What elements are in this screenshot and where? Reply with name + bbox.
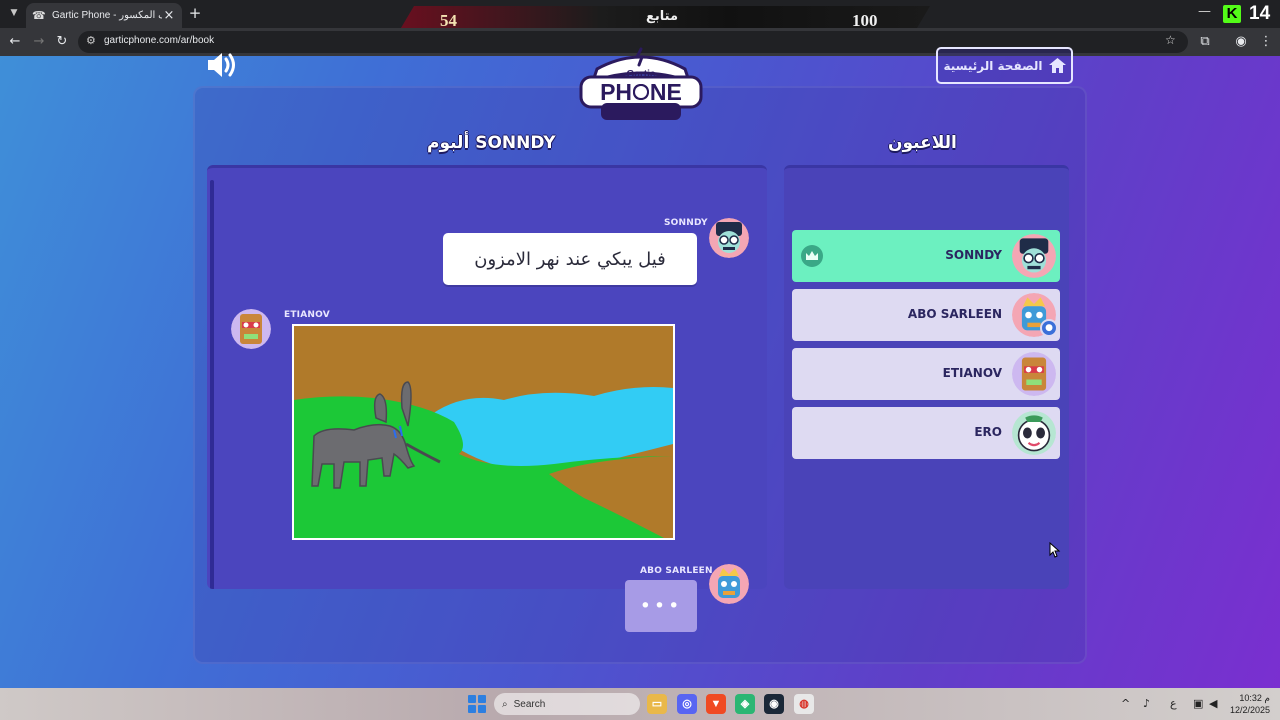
host-user-icon: ● [1040, 319, 1058, 337]
browser-tab[interactable]: ☎ Gartic Phone - الهاتف المكسور × [26, 3, 182, 28]
input-language[interactable]: ع [1170, 697, 1177, 710]
chrome-icon[interactable]: ◍ [794, 694, 814, 714]
abo-sarleen-avatar [709, 564, 749, 604]
player-name: SONNDY [945, 248, 1002, 262]
home-button-label: الصفحة الرئيسية [943, 58, 1043, 73]
kick-count: 14 [1249, 3, 1271, 24]
album-title: ألبوم SONNDY [427, 133, 556, 153]
clock-date: 12/2/2025 [1229, 705, 1270, 715]
player-row[interactable]: SONNDY [792, 230, 1060, 282]
network-icon[interactable]: ▣ [1193, 697, 1203, 710]
browser-tab-bar: ▼ ☎ Gartic Phone - الهاتف المكسور × + 54… [0, 0, 1280, 28]
reload-icon[interactable]: ↻ [54, 34, 70, 50]
bookmark-star-icon[interactable]: ☆ [1165, 33, 1176, 47]
search-placeholder: Search [513, 698, 546, 710]
new-tab-plus-icon[interactable]: + [187, 5, 203, 21]
tray-chevron-icon[interactable]: ^ [1121, 697, 1130, 710]
site-info-icon[interactable]: ⚙ [86, 34, 96, 47]
player-row[interactable]: ABO SARLEEN ● [792, 289, 1060, 341]
album-text-bubble: فيل يبكي عند نهر الامزون [443, 233, 697, 285]
minimize-icon[interactable]: — [1198, 4, 1211, 19]
home-icon [1048, 58, 1066, 73]
app-icon[interactable]: ◈ [735, 694, 755, 714]
player-name: ABO SARLEEN [907, 307, 1002, 321]
sonndy-avatar [709, 218, 749, 258]
volume-icon[interactable]: ◀ [1209, 697, 1217, 710]
steam-icon[interactable]: ◉ [764, 694, 784, 714]
brave-browser-icon[interactable]: ▼ [706, 694, 726, 714]
entry-author: ABO SARLEEN [640, 566, 713, 576]
menu-dots-icon[interactable]: ⋮ [1258, 34, 1274, 50]
sound-speaker-icon[interactable] [206, 51, 238, 79]
kick-logo-icon: K [1223, 5, 1241, 23]
search-icon: ⌕ [502, 698, 508, 710]
entry-author: ETIANOV [284, 310, 330, 320]
album-scrollbar[interactable] [210, 180, 214, 589]
tab-title: Gartic Phone - الهاتف المكسور [52, 10, 162, 21]
player-row[interactable]: ETIANOV [792, 348, 1060, 400]
crown-icon [801, 245, 823, 267]
player-row[interactable]: ERO [792, 407, 1060, 459]
album-drawing [292, 324, 675, 540]
entry-author: SONNDY [664, 218, 708, 228]
file-explorer-icon[interactable]: ▭ [647, 694, 667, 714]
clock-time: 10:32 م [1239, 693, 1270, 703]
taskbar-search[interactable]: ⌕ Search [494, 693, 640, 715]
tab-list-chevron-icon[interactable]: ▼ [6, 5, 22, 21]
phone-favicon-icon: ☎ [32, 9, 46, 22]
gartic-phone-logo: Gartic PHONE [579, 47, 703, 120]
sonndy-avatar [1012, 234, 1056, 278]
extensions-icon[interactable]: ⧉ [1197, 34, 1213, 50]
url-text: garticphone.com/ar/book [104, 35, 215, 46]
microphone-icon[interactable]: ♪ [1143, 697, 1150, 710]
windows-start-icon[interactable] [468, 695, 486, 713]
profile-icon[interactable]: ◉ [1233, 34, 1249, 50]
home-button[interactable]: الصفحة الرئيسية [936, 47, 1073, 84]
player-name: ERO [974, 425, 1002, 439]
players-title: اللاعبون [888, 133, 957, 153]
player-name: ETIANOV [942, 366, 1002, 380]
tab-close-icon[interactable]: × [162, 8, 176, 23]
back-arrow-icon[interactable]: ← [7, 34, 23, 50]
etianov-avatar [231, 309, 271, 349]
discord-icon[interactable]: ◎ [677, 694, 697, 714]
elephant-drawing [294, 326, 673, 538]
typing-indicator: ••• [625, 580, 697, 632]
ero-avatar [1012, 411, 1056, 455]
forward-arrow-icon[interactable]: → [31, 34, 47, 50]
mouse-cursor-icon [1049, 542, 1061, 558]
taskbar-clock[interactable]: 10:32 م 12/2/2025 [1226, 692, 1270, 716]
etianov-avatar [1012, 352, 1056, 396]
score-label: متابع [646, 9, 678, 24]
windows-taskbar: ⌕ Search ▭ ◎ ▼ ◈ ◉ ◍ ^ ♪ ع ▣ ◀ 10:32 م 1… [0, 688, 1280, 720]
